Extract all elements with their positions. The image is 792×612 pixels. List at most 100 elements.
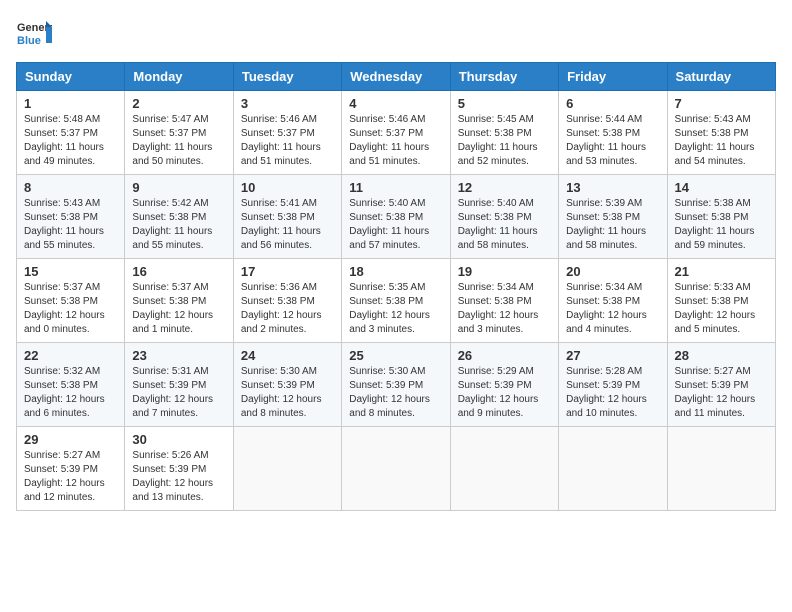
day-info: Sunrise: 5:42 AMSunset: 5:38 PMDaylight:…	[132, 197, 225, 253]
day-number: 9	[132, 180, 225, 195]
day-info: Sunrise: 5:39 AMSunset: 5:38 PMDaylight:…	[566, 197, 659, 253]
table-row: 30Sunrise: 5:26 AMSunset: 5:39 PMDayligh…	[125, 427, 233, 511]
day-info: Sunrise: 5:43 AMSunset: 5:38 PMDaylight:…	[24, 197, 117, 253]
day-number: 15	[24, 264, 117, 279]
table-row	[233, 427, 341, 511]
day-info: Sunrise: 5:32 AMSunset: 5:38 PMDaylight:…	[24, 365, 117, 421]
day-info: Sunrise: 5:33 AMSunset: 5:38 PMDaylight:…	[675, 281, 768, 337]
calendar-week-row: 22 Sunrise: 5:32 AMSunset: 5:38 PMDayligh…	[17, 343, 776, 427]
day-info: Sunrise: 5:29 AMSunset: 5:39 PMDaylight:…	[458, 365, 551, 421]
logo-container: General Blue	[16, 16, 52, 52]
day-info: Sunrise: 5:47 AMSunset: 5:37 PMDaylight:…	[132, 113, 225, 169]
day-info: Sunrise: 5:26 AMSunset: 5:39 PMDaylight:…	[132, 449, 225, 505]
day-info: Sunrise: 5:34 AMSunset: 5:38 PMDaylight:…	[566, 281, 659, 337]
table-row: 15Sunrise: 5:37 AMSunset: 5:38 PMDayligh…	[17, 259, 125, 343]
day-number: 10	[241, 180, 334, 195]
table-row: 7 Sunrise: 5:43 AMSunset: 5:38 PMDaylight…	[667, 91, 775, 175]
day-info: Sunrise: 5:27 AMSunset: 5:39 PMDaylight:…	[675, 365, 768, 421]
day-number: 1	[24, 96, 117, 111]
table-row: 9 Sunrise: 5:42 AMSunset: 5:38 PMDaylight…	[125, 175, 233, 259]
table-row: 19 Sunrise: 5:34 AMSunset: 5:38 PMDayligh…	[450, 259, 558, 343]
day-number: 5	[458, 96, 551, 111]
day-number: 8	[24, 180, 117, 195]
day-number: 12	[458, 180, 551, 195]
col-friday: Friday	[559, 63, 667, 91]
day-number: 27	[566, 348, 659, 363]
day-info: Sunrise: 5:45 AMSunset: 5:38 PMDaylight:…	[458, 113, 551, 169]
table-row: 3 Sunrise: 5:46 AMSunset: 5:37 PMDaylight…	[233, 91, 341, 175]
day-number: 29	[24, 432, 117, 447]
calendar-week-row: 8 Sunrise: 5:43 AMSunset: 5:38 PMDaylight…	[17, 175, 776, 259]
table-row	[342, 427, 450, 511]
day-info: Sunrise: 5:36 AMSunset: 5:38 PMDaylight:…	[241, 281, 334, 337]
day-number: 23	[132, 348, 225, 363]
day-info: Sunrise: 5:30 AMSunset: 5:39 PMDaylight:…	[349, 365, 442, 421]
table-row: 20 Sunrise: 5:34 AMSunset: 5:38 PMDayligh…	[559, 259, 667, 343]
day-number: 16	[132, 264, 225, 279]
day-number: 13	[566, 180, 659, 195]
day-number: 28	[675, 348, 768, 363]
day-info: Sunrise: 5:46 AMSunset: 5:37 PMDaylight:…	[349, 113, 442, 169]
col-tuesday: Tuesday	[233, 63, 341, 91]
day-info: Sunrise: 5:41 AMSunset: 5:38 PMDaylight:…	[241, 197, 334, 253]
day-info: Sunrise: 5:48 AMSunset: 5:37 PMDaylight:…	[24, 113, 117, 169]
table-row: 27 Sunrise: 5:28 AMSunset: 5:39 PMDayligh…	[559, 343, 667, 427]
table-row: 16 Sunrise: 5:37 AMSunset: 5:38 PMDayligh…	[125, 259, 233, 343]
day-number: 4	[349, 96, 442, 111]
day-number: 14	[675, 180, 768, 195]
day-info: Sunrise: 5:31 AMSunset: 5:39 PMDaylight:…	[132, 365, 225, 421]
logo: General Blue	[16, 16, 52, 52]
table-row: 25Sunrise: 5:30 AMSunset: 5:39 PMDayligh…	[342, 343, 450, 427]
calendar-week-row: 15 Sunrise: 5:37 AMSunset: 5:38 PMDayligh…	[17, 259, 776, 343]
table-row: 2 Sunrise: 5:47 AMSunset: 5:37 PMDaylight…	[125, 91, 233, 175]
col-thursday: Thursday	[450, 63, 558, 91]
col-saturday: Saturday	[667, 63, 775, 91]
day-info: Sunrise: 5:27 AMSunset: 5:39 PMDaylight:…	[24, 449, 117, 505]
day-number: 3	[241, 96, 334, 111]
day-number: 26	[458, 348, 551, 363]
day-number: 24	[241, 348, 334, 363]
logo-icon: General Blue	[16, 16, 52, 52]
table-row: 4 Sunrise: 5:46 AMSunset: 5:37 PMDaylight…	[342, 91, 450, 175]
table-row: 13 Sunrise: 5:39 AMSunset: 5:38 PMDayligh…	[559, 175, 667, 259]
table-row	[559, 427, 667, 511]
page-header: General Blue	[16, 16, 776, 52]
day-number: 17	[241, 264, 334, 279]
day-info: Sunrise: 5:35 AMSunset: 5:38 PMDaylight:…	[349, 281, 442, 337]
table-row	[450, 427, 558, 511]
table-row: 21 Sunrise: 5:33 AMSunset: 5:38 PMDayligh…	[667, 259, 775, 343]
table-row: 26 Sunrise: 5:29 AMSunset: 5:39 PMDayligh…	[450, 343, 558, 427]
table-row: 12 Sunrise: 5:40 AMSunset: 5:38 PMDayligh…	[450, 175, 558, 259]
table-row: 23 Sunrise: 5:31 AMSunset: 5:39 PMDayligh…	[125, 343, 233, 427]
day-number: 6	[566, 96, 659, 111]
day-info: Sunrise: 5:43 AMSunset: 5:38 PMDaylight:…	[675, 113, 768, 169]
table-row: 24 Sunrise: 5:30 AMSunset: 5:39 PMDayligh…	[233, 343, 341, 427]
calendar-header-row: Sunday Monday Tuesday Wednesday Thursday…	[17, 63, 776, 91]
day-number: 2	[132, 96, 225, 111]
col-wednesday: Wednesday	[342, 63, 450, 91]
day-number: 21	[675, 264, 768, 279]
table-row: 6 Sunrise: 5:44 AMSunset: 5:38 PMDaylight…	[559, 91, 667, 175]
day-info: Sunrise: 5:34 AMSunset: 5:38 PMDaylight:…	[458, 281, 551, 337]
table-row: 29 Sunrise: 5:27 AMSunset: 5:39 PMDayligh…	[17, 427, 125, 511]
table-row: 28 Sunrise: 5:27 AMSunset: 5:39 PMDayligh…	[667, 343, 775, 427]
day-number: 11	[349, 180, 442, 195]
table-row: 1 Sunrise: 5:48 AMSunset: 5:37 PMDaylight…	[17, 91, 125, 175]
day-info: Sunrise: 5:28 AMSunset: 5:39 PMDaylight:…	[566, 365, 659, 421]
day-number: 7	[675, 96, 768, 111]
day-info: Sunrise: 5:40 AMSunset: 5:38 PMDaylight:…	[458, 197, 551, 253]
table-row	[667, 427, 775, 511]
col-monday: Monday	[125, 63, 233, 91]
day-info: Sunrise: 5:37 AMSunset: 5:38 PMDaylight:…	[132, 281, 225, 337]
table-row: 14 Sunrise: 5:38 AMSunset: 5:38 PMDayligh…	[667, 175, 775, 259]
day-info: Sunrise: 5:44 AMSunset: 5:38 PMDaylight:…	[566, 113, 659, 169]
table-row: 8 Sunrise: 5:43 AMSunset: 5:38 PMDaylight…	[17, 175, 125, 259]
day-info: Sunrise: 5:46 AMSunset: 5:37 PMDaylight:…	[241, 113, 334, 169]
day-number: 20	[566, 264, 659, 279]
day-number: 22	[24, 348, 117, 363]
day-info: Sunrise: 5:30 AMSunset: 5:39 PMDaylight:…	[241, 365, 334, 421]
day-number: 19	[458, 264, 551, 279]
day-info: Sunrise: 5:40 AMSunset: 5:38 PMDaylight:…	[349, 197, 442, 253]
table-row: 17 Sunrise: 5:36 AMSunset: 5:38 PMDayligh…	[233, 259, 341, 343]
day-info: Sunrise: 5:38 AMSunset: 5:38 PMDaylight:…	[675, 197, 768, 253]
